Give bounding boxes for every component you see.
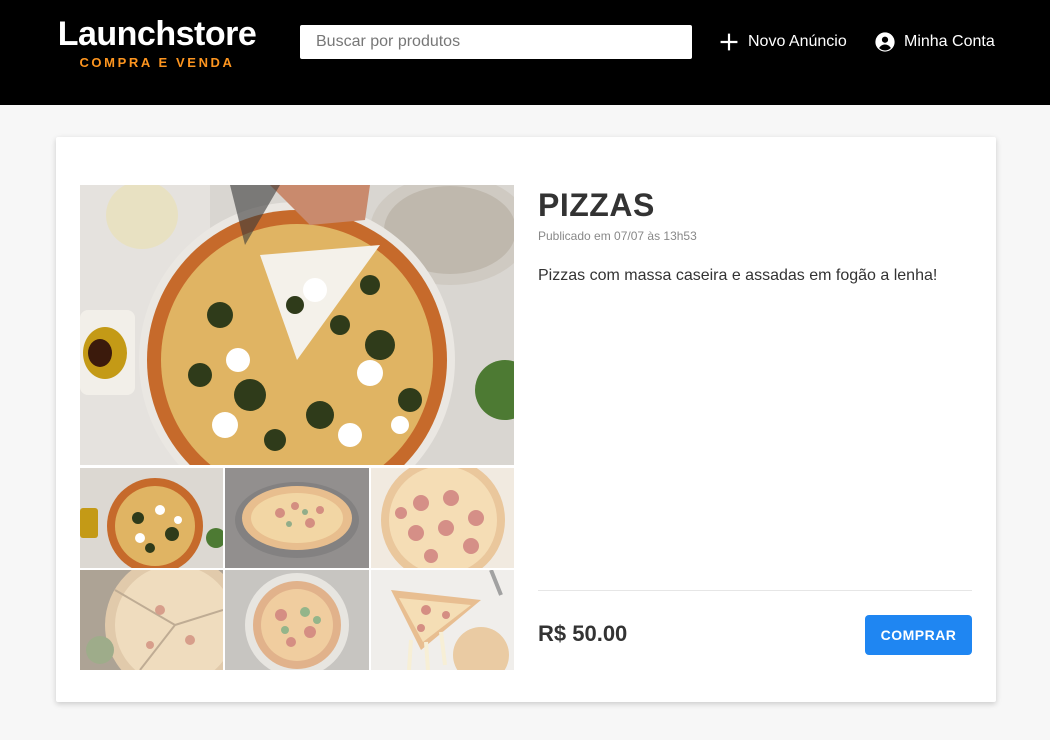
account-circle-icon [875, 32, 895, 52]
buy-button[interactable]: COMPRAR [865, 615, 972, 655]
my-account-label: Minha Conta [904, 33, 995, 50]
new-ad-label: Novo Anúncio [748, 33, 847, 50]
thumbnail-4[interactable] [80, 570, 223, 670]
thumbnail-2[interactable] [225, 468, 369, 568]
plus-icon [720, 33, 738, 51]
thumbnail-grid [80, 468, 514, 670]
divider [538, 590, 972, 591]
product-price: R$ 50.00 [538, 621, 628, 646]
my-account-link[interactable]: Minha Conta [874, 30, 995, 54]
logo[interactable]: Launchstore COMPRA E VENDA [56, 14, 258, 71]
product-card: PIZZAS Publicado em 07/07 às 13h53 Pizza… [56, 137, 996, 702]
product-gallery [80, 185, 514, 670]
thumbnail-1[interactable] [80, 468, 223, 568]
logo-title: Launchstore [57, 15, 257, 53]
main-product-image [80, 185, 514, 465]
thumbnail-6[interactable] [371, 570, 514, 670]
search-input[interactable] [300, 25, 692, 59]
thumbnail-5[interactable] [225, 570, 369, 670]
top-header: Launchstore COMPRA E VENDA Novo Anúncio … [0, 0, 1050, 105]
product-description: Pizzas com massa caseira e assadas em fo… [538, 267, 938, 284]
published-date: Publicado em 07/07 às 13h53 [538, 229, 697, 243]
product-title: PIZZAS [538, 187, 655, 223]
thumbnail-3[interactable] [371, 468, 514, 568]
product-info: PIZZAS Publicado em 07/07 às 13h53 Pizza… [538, 185, 972, 672]
logo-subtitle: COMPRA E VENDA [79, 55, 235, 70]
new-ad-link[interactable]: Novo Anúncio [718, 30, 847, 54]
